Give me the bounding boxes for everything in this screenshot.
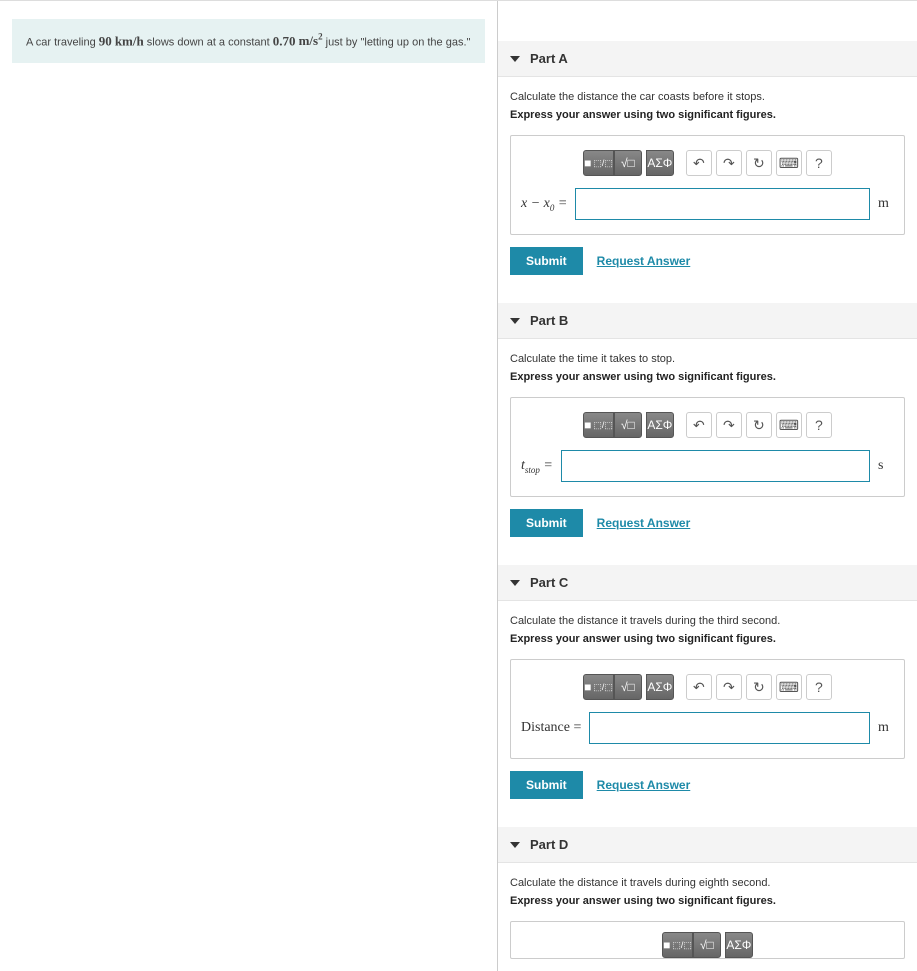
template-button[interactable]: ■⬚/⬚ — [583, 674, 614, 700]
part-b-answer-box: ■⬚/⬚ √□ ΑΣΦ ↶ ↷ ↻ ⌨ ? tstop = s — [510, 397, 905, 497]
chevron-down-icon — [510, 56, 520, 62]
part-a-variable-label: x − x0 = — [521, 196, 567, 213]
part-c-variable-label: Distance = — [521, 720, 581, 736]
keyboard-icon[interactable]: ⌨ — [776, 412, 802, 438]
sqrt-button[interactable]: √□ — [614, 674, 642, 700]
chevron-down-icon — [510, 842, 520, 848]
chevron-down-icon — [510, 318, 520, 324]
prompt-suffix: just by "letting up on the gas." — [323, 36, 471, 48]
part-b-instruction-bold: Express your answer using two significan… — [510, 371, 905, 383]
part-a-actions: Submit Request Answer — [510, 247, 905, 275]
fraction-icon: ⬚/⬚ — [593, 420, 613, 431]
part-b-body: Calculate the time it takes to stop. Exp… — [498, 339, 917, 547]
submit-button[interactable]: Submit — [510, 771, 583, 799]
part-d-header[interactable]: Part D — [498, 827, 917, 863]
fraction-icon: ⬚/⬚ — [672, 940, 692, 951]
undo-icon[interactable]: ↶ — [686, 412, 712, 438]
part-c-header[interactable]: Part C — [498, 565, 917, 601]
part-c-unit: m — [878, 720, 894, 736]
reset-icon[interactable]: ↻ — [746, 674, 772, 700]
part-a-instruction-bold: Express your answer using two significan… — [510, 109, 905, 121]
part-b-instruction: Calculate the time it takes to stop. — [510, 353, 905, 365]
part-a-instruction: Calculate the distance the car coasts be… — [510, 91, 905, 103]
redo-icon[interactable]: ↷ — [716, 412, 742, 438]
part-d-title: Part D — [530, 837, 568, 852]
part-b-unit: s — [878, 458, 894, 474]
part-c-answer-input[interactable] — [589, 712, 870, 744]
redo-icon[interactable]: ↷ — [716, 674, 742, 700]
part-a-title: Part A — [530, 51, 568, 66]
greek-button[interactable]: ΑΣΦ — [725, 932, 753, 958]
part-c-body: Calculate the distance it travels during… — [498, 601, 917, 809]
sqrt-button[interactable]: √□ — [614, 412, 642, 438]
reset-icon[interactable]: ↻ — [746, 150, 772, 176]
prompt-prefix: A car traveling — [26, 36, 99, 48]
part-b-variable-label: tstop = — [521, 458, 553, 475]
part-a-input-row: x − x0 = m — [521, 188, 894, 220]
request-answer-link[interactable]: Request Answer — [597, 254, 691, 268]
help-icon[interactable]: ? — [806, 150, 832, 176]
undo-icon[interactable]: ↶ — [686, 674, 712, 700]
part-d-instruction: Calculate the distance it travels during… — [510, 877, 905, 889]
part-a-toolbar: ■⬚/⬚ √□ ΑΣΦ ↶ ↷ ↻ ⌨ ? — [521, 150, 894, 176]
part-c-title: Part C — [530, 575, 568, 590]
part-b-header[interactable]: Part B — [498, 303, 917, 339]
part-d-toolbar: ■⬚/⬚ √□ ΑΣΦ — [521, 932, 894, 958]
greek-button[interactable]: ΑΣΦ — [646, 674, 674, 700]
part-b-toolbar: ■⬚/⬚ √□ ΑΣΦ ↶ ↷ ↻ ⌨ ? — [521, 412, 894, 438]
part-b-title: Part B — [530, 313, 568, 328]
submit-button[interactable]: Submit — [510, 247, 583, 275]
request-answer-link[interactable]: Request Answer — [597, 778, 691, 792]
sqrt-button[interactable]: √□ — [614, 150, 642, 176]
part-b-actions: Submit Request Answer — [510, 509, 905, 537]
help-icon[interactable]: ? — [806, 674, 832, 700]
prompt-accel: 0.70 — [273, 33, 296, 48]
request-answer-link[interactable]: Request Answer — [597, 516, 691, 530]
part-d-instruction-bold: Express your answer using two significan… — [510, 895, 905, 907]
problem-prompt: A car traveling 90 km/h slows down at a … — [12, 19, 485, 63]
prompt-speed-unit: km/h — [115, 33, 144, 48]
redo-icon[interactable]: ↷ — [716, 150, 742, 176]
part-a-body: Calculate the distance the car coasts be… — [498, 77, 917, 285]
prompt-accel-unit: m/s2 — [299, 33, 323, 48]
right-pane: Part A Calculate the distance the car co… — [497, 1, 917, 971]
keyboard-icon[interactable]: ⌨ — [776, 150, 802, 176]
part-b-input-row: tstop = s — [521, 450, 894, 482]
keyboard-icon[interactable]: ⌨ — [776, 674, 802, 700]
part-c-input-row: Distance = m — [521, 712, 894, 744]
part-a-answer-box: ■⬚/⬚ √□ ΑΣΦ ↶ ↷ ↻ ⌨ ? x − x0 = m — [510, 135, 905, 235]
chevron-down-icon — [510, 580, 520, 586]
template-button[interactable]: ■⬚/⬚ — [583, 412, 614, 438]
help-icon[interactable]: ? — [806, 412, 832, 438]
reset-icon[interactable]: ↻ — [746, 412, 772, 438]
part-a-header[interactable]: Part A — [498, 41, 917, 77]
greek-button[interactable]: ΑΣΦ — [646, 412, 674, 438]
fraction-icon: ⬚/⬚ — [593, 682, 613, 693]
part-a-answer-input[interactable] — [575, 188, 870, 220]
undo-icon[interactable]: ↶ — [686, 150, 712, 176]
part-d-answer-box: ■⬚/⬚ √□ ΑΣΦ — [510, 921, 905, 959]
fraction-icon: ⬚/⬚ — [593, 158, 613, 169]
part-c-instruction: Calculate the distance it travels during… — [510, 615, 905, 627]
part-c-actions: Submit Request Answer — [510, 771, 905, 799]
left-pane: A car traveling 90 km/h slows down at a … — [0, 1, 497, 971]
submit-button[interactable]: Submit — [510, 509, 583, 537]
sqrt-button[interactable]: √□ — [693, 932, 721, 958]
part-a-unit: m — [878, 196, 894, 212]
greek-button[interactable]: ΑΣΦ — [646, 150, 674, 176]
part-c-answer-box: ■⬚/⬚ √□ ΑΣΦ ↶ ↷ ↻ ⌨ ? Distance = — [510, 659, 905, 759]
main-container: A car traveling 90 km/h slows down at a … — [0, 0, 917, 971]
prompt-mid: slows down at a constant — [144, 36, 273, 48]
part-c-instruction-bold: Express your answer using two significan… — [510, 633, 905, 645]
part-c-toolbar: ■⬚/⬚ √□ ΑΣΦ ↶ ↷ ↻ ⌨ ? — [521, 674, 894, 700]
template-button[interactable]: ■⬚/⬚ — [662, 932, 693, 958]
prompt-speed: 90 — [99, 33, 112, 48]
template-button[interactable]: ■⬚/⬚ — [583, 150, 614, 176]
part-d-body: Calculate the distance it travels during… — [498, 863, 917, 959]
part-b-answer-input[interactable] — [561, 450, 870, 482]
